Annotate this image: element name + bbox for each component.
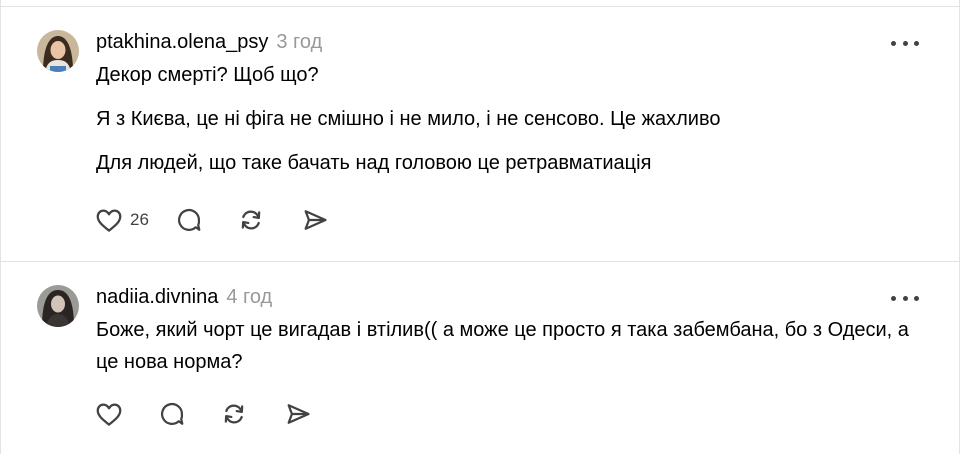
username[interactable]: nadiia.divnina bbox=[96, 286, 218, 309]
repost-button[interactable] bbox=[220, 399, 248, 429]
more-horizontal-icon[interactable] bbox=[891, 37, 919, 49]
username[interactable]: ptakhina.olena_psy bbox=[96, 31, 268, 54]
repost-icon bbox=[224, 404, 244, 424]
post-text-paragraph: Боже, який чорт це вигадав і втілив(( а … bbox=[96, 319, 909, 373]
comment-button[interactable] bbox=[175, 205, 203, 235]
repost-button[interactable] bbox=[237, 205, 265, 235]
post-content: ptakhina.olena_psy 3 год Декор смерті? Щ… bbox=[96, 25, 919, 179]
comment-bubble-icon bbox=[160, 402, 184, 425]
timestamp[interactable]: 4 год bbox=[226, 286, 272, 309]
send-icon bbox=[287, 404, 310, 424]
like-button[interactable]: 26 bbox=[94, 205, 149, 235]
post-text-paragraph: Я з Києва, це ні фіга не смішно і не мил… bbox=[96, 108, 721, 130]
comment-button[interactable] bbox=[158, 399, 186, 429]
heart-icon bbox=[96, 209, 122, 232]
comment-bubble-icon bbox=[177, 208, 201, 231]
like-button[interactable] bbox=[94, 399, 124, 429]
more-horizontal-icon[interactable] bbox=[891, 292, 919, 304]
like-count: 26 bbox=[130, 210, 149, 229]
send-icon bbox=[304, 210, 327, 230]
share-button[interactable] bbox=[301, 205, 329, 235]
post-actions: 26 bbox=[94, 205, 329, 235]
post-actions bbox=[94, 399, 312, 429]
heart-icon bbox=[96, 403, 122, 426]
avatar[interactable] bbox=[37, 285, 79, 327]
post-content: nadiia.divnina 4 год Боже, який чорт це … bbox=[96, 280, 919, 378]
timestamp[interactable]: 3 год bbox=[276, 31, 322, 54]
post-header: ptakhina.olena_psy 3 год bbox=[96, 25, 919, 59]
thread-feed: ptakhina.olena_psy 3 год Декор смерті? Щ… bbox=[0, 0, 960, 454]
post: ptakhina.olena_psy 3 год Декор смерті? Щ… bbox=[1, 7, 959, 261]
share-button[interactable] bbox=[284, 399, 312, 429]
avatar[interactable] bbox=[37, 30, 79, 72]
post-header: nadiia.divnina 4 год bbox=[96, 280, 919, 314]
repost-icon bbox=[241, 210, 261, 230]
post-text-paragraph: Для людей, що таке бачать над головою це… bbox=[96, 152, 652, 174]
post: nadiia.divnina 4 год Боже, який чорт це … bbox=[1, 262, 959, 454]
post-text-paragraph: Декор смерті? Щоб що? bbox=[96, 64, 319, 86]
